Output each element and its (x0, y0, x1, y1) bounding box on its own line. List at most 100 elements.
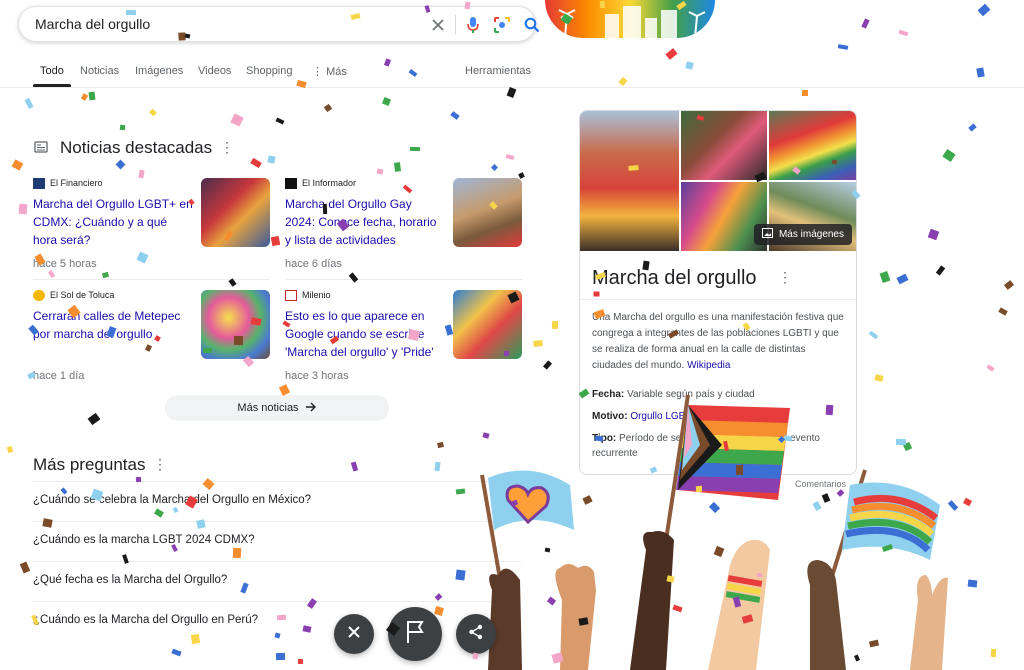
confetti-piece (518, 172, 525, 179)
collage-image[interactable] (681, 111, 767, 180)
search-input[interactable]: Marcha del orgullo (35, 16, 150, 32)
news-card[interactable]: El Financiero (33, 178, 103, 190)
confetti-piece (896, 273, 909, 285)
confetti-piece (306, 598, 318, 609)
confetti-piece (270, 235, 281, 247)
raised-hand (555, 564, 596, 670)
confetti-piece (408, 68, 418, 78)
news-card[interactable]: Milenio (285, 290, 331, 302)
more-news-button[interactable]: Más noticias (165, 395, 389, 421)
faq-question[interactable]: ¿Cuándo es la Marcha del Orgullo en Perú… (33, 614, 258, 626)
confetti-piece (450, 111, 460, 120)
raised-hand (910, 575, 948, 670)
tab-videos[interactable]: Videos (198, 65, 231, 77)
close-button[interactable] (334, 614, 374, 654)
search-icon[interactable] (521, 14, 543, 36)
confetti-piece (409, 146, 421, 152)
confetti-piece (542, 360, 553, 370)
flag-button[interactable] (388, 607, 442, 661)
clear-icon[interactable] (427, 14, 449, 36)
confetti-piece (350, 461, 359, 472)
faq-divider (33, 601, 521, 602)
confetti-piece (455, 488, 466, 495)
news-time: hace 1 día (33, 370, 85, 382)
image-collage[interactable]: Más imágenes (580, 111, 856, 251)
confetti-piece (444, 324, 454, 336)
news-divider (33, 279, 270, 280)
tab-more-label: Más (326, 66, 347, 78)
confetti-piece (976, 67, 985, 78)
raised-hand (807, 560, 846, 670)
collage-image[interactable] (580, 111, 679, 251)
raised-hand (488, 568, 522, 670)
confetti-piece (490, 163, 499, 172)
confetti-piece (874, 374, 884, 382)
news-thumbnail[interactable] (201, 178, 270, 247)
confetti-piece (274, 632, 281, 639)
confetti-piece (101, 271, 110, 279)
tab-images[interactable]: Imágenes (135, 65, 183, 77)
news-headline[interactable]: Esto es lo que aparece en Google cuando … (285, 307, 445, 361)
confetti-piece (202, 478, 215, 490)
confetti-piece (434, 593, 443, 601)
confetti-piece (927, 228, 940, 241)
faq-question[interactable]: ¿Qué fecha es la Marcha del Orgullo? (33, 574, 227, 586)
city-skyline-icon (558, 6, 706, 38)
confetti-piece (898, 29, 909, 37)
faq-divider (33, 561, 521, 562)
faq-question[interactable]: ¿Cuándo es la marcha LGBT 2024 CDMX? (33, 534, 255, 546)
faq-question[interactable]: ¿Cuándo se celebra la Marcha del Orgullo… (33, 494, 311, 506)
celebration-overlay (480, 394, 948, 670)
raised-hand (708, 539, 770, 670)
confetti-piece (879, 270, 891, 284)
search-box[interactable]: Marcha del orgullo (18, 6, 540, 42)
news-thumbnail[interactable] (453, 178, 522, 247)
confetti-piece (230, 113, 244, 127)
faq-section-title: Más preguntas (33, 455, 146, 474)
confetti-piece (1004, 280, 1014, 290)
tab-all[interactable]: Todo (40, 65, 64, 77)
news-source: El Informador (302, 178, 357, 188)
tab-more[interactable]: ⋮ Más (312, 65, 347, 78)
confetti-piece (19, 561, 31, 574)
confetti-piece (138, 169, 145, 179)
news-headline[interactable]: Marcha del Orgullo LGBT+ en CDMX: ¿Cuánd… (33, 195, 193, 249)
more-images-button[interactable]: Más imágenes (753, 224, 852, 245)
confetti-piece (437, 441, 444, 449)
wikipedia-link[interactable]: Wikipedia (687, 360, 730, 371)
news-card[interactable]: El Sol de Toluca (33, 290, 114, 302)
news-time: hace 5 horas (33, 258, 97, 270)
confetti-piece (383, 58, 392, 67)
confetti-piece (455, 569, 466, 581)
news-card[interactable]: El Informador (285, 178, 357, 190)
tab-news[interactable]: Noticias (80, 65, 119, 77)
more-vert-icon[interactable]: ⋮ (778, 269, 792, 286)
tab-shopping[interactable]: Shopping (246, 65, 293, 77)
news-headline[interactable]: Cerrarán calles de Metepec por marcha de… (33, 307, 193, 343)
source-logo-icon (285, 290, 297, 302)
tools-button[interactable]: Herramientas (465, 65, 531, 77)
confetti-piece (275, 652, 286, 661)
share-button[interactable] (456, 614, 496, 654)
confetti-piece (998, 307, 1008, 316)
collage-image[interactable] (769, 111, 856, 180)
confetti-piece (154, 508, 164, 518)
news-thumbnail[interactable] (453, 290, 522, 359)
confetti-piece (87, 412, 101, 426)
image-icon (761, 228, 773, 241)
news-thumbnail[interactable] (201, 290, 270, 359)
source-logo-icon (33, 290, 45, 302)
news-source: Milenio (302, 290, 331, 300)
confetti-piece (986, 364, 995, 372)
confetti-piece (434, 606, 444, 616)
confetti-piece (376, 168, 384, 175)
more-images-label: Más imágenes (778, 229, 844, 240)
confetti-piece (232, 547, 242, 559)
news-time: hace 6 días (285, 258, 342, 270)
news-headline[interactable]: Marcha del Orgullo Gay 2024: Conoce fech… (285, 195, 445, 249)
confetti-piece (977, 3, 991, 17)
mic-icon[interactable] (462, 14, 484, 36)
lens-icon[interactable] (491, 14, 513, 36)
more-vert-icon[interactable]: ⋮ (153, 456, 167, 473)
more-vert-icon[interactable]: ⋮ (220, 139, 234, 156)
